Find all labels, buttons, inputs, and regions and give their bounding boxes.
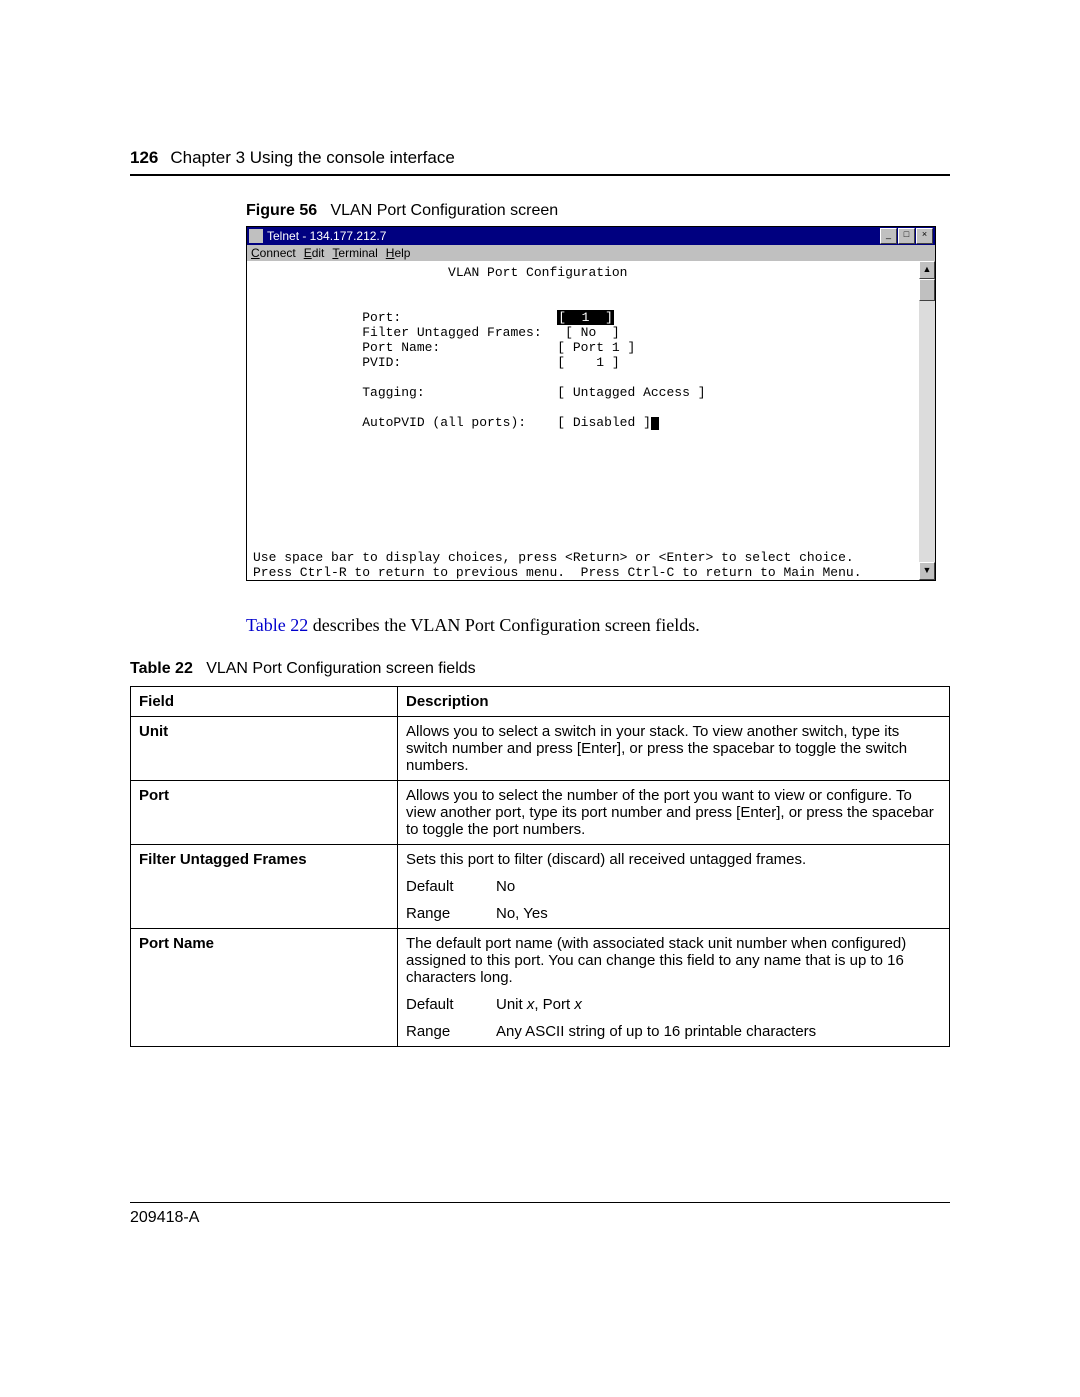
field-port: Port — [139, 787, 169, 804]
table-ref-link[interactable]: Table 22 — [246, 615, 308, 635]
autopvid-label: AutoPVID (all ports): — [362, 415, 526, 430]
default-row: Default Unit x, Port x — [406, 996, 941, 1013]
doc-id: 209418-A — [130, 1209, 950, 1227]
desc-portname: The default port name (with associated s… — [398, 929, 950, 1047]
field-unit: Unit — [139, 723, 168, 740]
field-filter: Filter Untagged Frames — [139, 851, 307, 868]
menu-terminal[interactable]: Terminal — [332, 246, 377, 260]
portname-value[interactable]: [ Port 1 ] — [557, 340, 635, 355]
filter-label: Filter Untagged Frames: — [362, 325, 541, 340]
table-row: Port Name The default port name (with as… — [131, 929, 950, 1047]
col-field-header: Field — [131, 687, 398, 717]
maximize-button[interactable]: □ — [898, 228, 915, 244]
range-row: Range Any ASCII string of up to 16 print… — [406, 1023, 941, 1040]
menu-connect[interactable]: Connect — [251, 246, 296, 260]
pvid-label: PVID: — [362, 355, 401, 370]
port-label: Port: — [362, 310, 401, 325]
scroll-thumb[interactable] — [919, 279, 935, 301]
telnet-window: Telnet - 134.177.212.7 _ □ × Connect Edi… — [246, 226, 936, 581]
desc-filter: Sets this port to filter (discard) all r… — [398, 845, 950, 929]
table-row: Unit Allows you to select a switch in yo… — [131, 717, 950, 781]
desc-unit: Allows you to select a switch in your st… — [398, 717, 950, 781]
tagging-value[interactable]: [ Untagged Access ] — [557, 385, 705, 400]
minimize-button[interactable]: _ — [880, 228, 897, 244]
page-footer: 209418-A — [130, 1202, 950, 1227]
app-icon — [249, 229, 263, 243]
fields-table: Field Description Unit Allows you to sel… — [130, 686, 950, 1047]
scroll-up-button[interactable]: ▲ — [919, 261, 935, 279]
col-desc-header: Description — [398, 687, 950, 717]
scrollbar[interactable]: ▲ ▼ — [919, 261, 935, 580]
scroll-track[interactable] — [919, 301, 935, 562]
autopvid-value[interactable]: [ Disabled ] — [557, 415, 651, 430]
page-header: 126 Chapter 3 Using the console interfac… — [130, 148, 950, 176]
page-number: 126 — [130, 148, 158, 168]
body-paragraph: Table 22 describes the VLAN Port Configu… — [246, 615, 950, 636]
range-row: Range No, Yes — [406, 905, 941, 922]
menubar: Connect Edit Terminal Help — [247, 245, 935, 261]
portname-label: Port Name: — [362, 340, 440, 355]
figure-caption: Figure 56 VLAN Port Configuration screen — [246, 202, 950, 220]
cursor-icon — [651, 417, 659, 430]
page: 126 Chapter 3 Using the console interfac… — [0, 0, 1080, 1397]
table-title: VLAN Port Configuration screen fields — [206, 660, 475, 677]
terminal-screen: VLAN Port Configuration Port: [ 1 ] Filt… — [247, 261, 919, 580]
window-title: Telnet - 134.177.212.7 — [267, 229, 879, 243]
window-controls: _ □ × — [879, 228, 933, 244]
port-value[interactable]: [ 1 ] — [557, 310, 614, 325]
close-button[interactable]: × — [916, 228, 933, 244]
table-row: Port Allows you to select the number of … — [131, 781, 950, 845]
screen-heading: VLAN Port Configuration — [448, 265, 627, 280]
pvid-value[interactable]: [ 1 ] — [557, 355, 619, 370]
footer-rule — [130, 1202, 950, 1203]
table-row: Filter Untagged Frames Sets this port to… — [131, 845, 950, 929]
titlebar: Telnet - 134.177.212.7 _ □ × — [247, 227, 935, 245]
default-row: Default No — [406, 878, 941, 895]
scroll-down-button[interactable]: ▼ — [919, 562, 935, 580]
chapter-title: Chapter 3 Using the console interface — [170, 148, 454, 168]
tagging-label: Tagging: — [362, 385, 424, 400]
desc-port: Allows you to select the number of the p… — [398, 781, 950, 845]
help-line-2: Press Ctrl-R to return to previous menu.… — [253, 565, 862, 580]
table-label: Table 22 — [130, 660, 193, 677]
figure-label: Figure 56 — [246, 202, 317, 219]
menu-edit[interactable]: Edit — [304, 246, 325, 260]
table-header-row: Field Description — [131, 687, 950, 717]
table-caption: Table 22 VLAN Port Configuration screen … — [130, 660, 950, 678]
help-line-1: Use space bar to display choices, press … — [253, 550, 854, 565]
filter-value[interactable]: [ No ] — [565, 325, 620, 340]
field-portname: Port Name — [139, 935, 214, 952]
body-rest: describes the VLAN Port Configuration sc… — [308, 615, 700, 635]
menu-help[interactable]: Help — [386, 246, 411, 260]
figure-title: VLAN Port Configuration screen — [330, 202, 558, 219]
